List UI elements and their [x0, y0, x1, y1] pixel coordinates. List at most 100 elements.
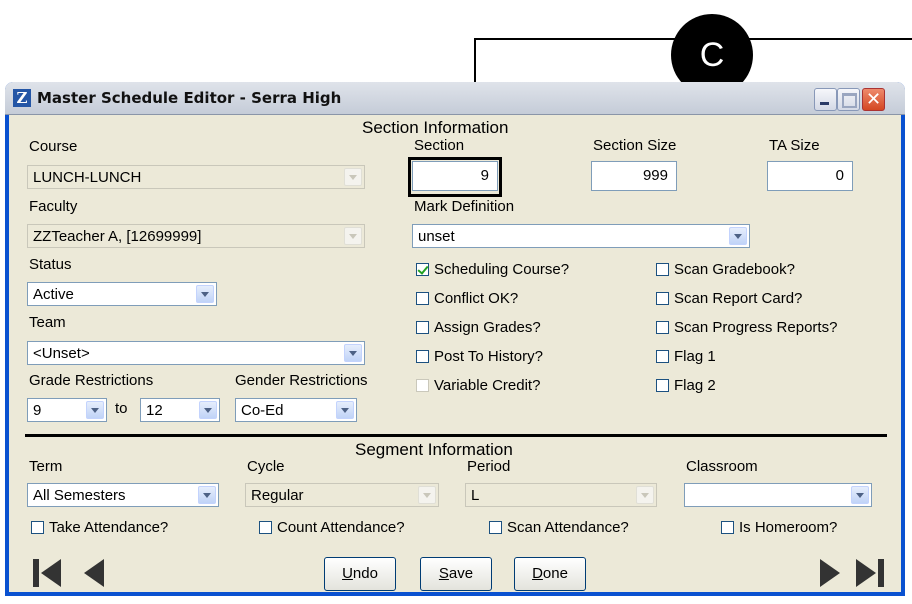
ta-size-label: TA Size	[769, 137, 820, 154]
team-label: Team	[29, 314, 66, 331]
chevron-down-icon	[344, 227, 362, 245]
next-record-button[interactable]	[810, 556, 846, 590]
team-value: <Unset>	[33, 345, 90, 362]
cycle-label: Cycle	[247, 458, 285, 475]
checkbox-icon	[656, 321, 669, 334]
is-homeroom-checkbox[interactable]: Is Homeroom?	[721, 519, 837, 536]
checkbox-icon	[721, 521, 734, 534]
team-select[interactable]: <Unset>	[27, 341, 365, 365]
scheduling-course-checkbox[interactable]: Scheduling Course?	[416, 261, 569, 278]
undo-button[interactable]: Undo	[324, 557, 396, 591]
chevron-down-icon	[418, 486, 436, 504]
grade-from-select[interactable]: 9	[27, 398, 107, 422]
gender-select[interactable]: Co-Ed	[235, 398, 357, 422]
chevron-down-icon	[86, 401, 104, 419]
section-header: Section Information	[362, 118, 509, 137]
course-select[interactable]: LUNCH-LUNCH	[27, 165, 365, 189]
chevron-down-icon	[344, 168, 362, 186]
scan-attendance-checkbox[interactable]: Scan Attendance?	[489, 519, 629, 536]
cycle-select[interactable]: Regular	[245, 483, 439, 507]
post-to-history-checkbox[interactable]: Post To History?	[416, 348, 543, 365]
grade-from-value: 9	[33, 402, 42, 419]
focus-highlight	[408, 157, 502, 197]
chevron-down-icon	[199, 401, 217, 419]
term-select[interactable]: All Semesters	[27, 483, 219, 507]
flag2-label: Flag 2	[674, 377, 716, 394]
checkbox-icon	[259, 521, 272, 534]
checkbox-icon	[656, 292, 669, 305]
post-to-history-label: Post To History?	[434, 348, 543, 365]
grade-to-value: 12	[146, 402, 163, 419]
callout-pointer	[474, 38, 476, 84]
chevron-down-icon	[336, 401, 354, 419]
section-divider	[25, 434, 887, 437]
classroom-label: Classroom	[686, 458, 758, 475]
assign-grades-checkbox[interactable]: Assign Grades?	[416, 319, 541, 336]
count-attendance-label: Count Attendance?	[277, 519, 405, 536]
first-record-button[interactable]	[29, 556, 65, 590]
scan-gradebook-label: Scan Gradebook?	[674, 261, 795, 278]
faculty-select[interactable]: ZZTeacher A, [12699999]	[27, 224, 365, 248]
done-mnemonic: D	[532, 565, 543, 582]
status-select[interactable]: Active	[27, 282, 217, 306]
conflict-ok-checkbox[interactable]: Conflict OK?	[416, 290, 518, 307]
period-select[interactable]: L	[465, 483, 657, 507]
save-button[interactable]: Save	[420, 557, 492, 591]
previous-record-button[interactable]	[78, 556, 114, 590]
close-button[interactable]: ✕	[862, 88, 885, 111]
variable-credit-checkbox[interactable]: Variable Credit?	[416, 377, 540, 394]
title-bar[interactable]: Z Master Schedule Editor - Serra High ✕	[5, 82, 905, 115]
chevron-down-icon	[729, 227, 747, 245]
checkmark-icon	[416, 263, 429, 276]
app-icon: Z	[13, 89, 31, 107]
status-value: Active	[33, 286, 74, 303]
close-icon: ✕	[865, 89, 882, 109]
chevron-down-icon	[198, 486, 216, 504]
checkbox-icon	[489, 521, 502, 534]
status-label: Status	[29, 256, 72, 273]
checkbox-icon	[416, 292, 429, 305]
maximize-button[interactable]	[837, 88, 860, 111]
gender-value: Co-Ed	[241, 402, 284, 419]
term-label: Term	[29, 458, 63, 475]
section-size-label: Section Size	[593, 137, 677, 154]
scan-report-card-checkbox[interactable]: Scan Report Card?	[656, 290, 802, 307]
chevron-down-icon	[344, 344, 362, 362]
scan-attendance-label: Scan Attendance?	[507, 519, 629, 536]
done-button[interactable]: Done	[514, 557, 586, 591]
grade-restrictions-label: Grade Restrictions	[29, 372, 154, 389]
ta-size-input[interactable]: 0	[767, 161, 853, 191]
done-label: one	[542, 565, 568, 582]
mark-definition-value: unset	[418, 228, 455, 245]
chevron-down-icon	[636, 486, 654, 504]
grade-to-select[interactable]: 12	[140, 398, 220, 422]
count-attendance-checkbox[interactable]: Count Attendance?	[259, 519, 405, 536]
mark-definition-select[interactable]: unset	[412, 224, 750, 248]
variable-credit-label: Variable Credit?	[434, 377, 541, 394]
section-size-input[interactable]: 999	[591, 161, 677, 191]
checkbox-icon	[656, 379, 669, 392]
chevron-down-icon	[196, 285, 214, 303]
gender-restrictions-label: Gender Restrictions	[235, 372, 368, 389]
last-record-button[interactable]	[852, 556, 888, 590]
classroom-select[interactable]	[684, 483, 872, 507]
scan-report-card-label: Scan Report Card?	[674, 290, 803, 307]
flag1-checkbox[interactable]: Flag 1	[656, 348, 716, 365]
period-label: Period	[467, 458, 511, 475]
assign-grades-label: Assign Grades?	[434, 319, 541, 336]
minimize-button[interactable]	[814, 88, 837, 111]
segment-header: Segment Information	[355, 440, 513, 459]
term-value: All Semesters	[33, 487, 126, 504]
undo-label: ndo	[352, 565, 378, 582]
section-label: Section	[414, 137, 465, 154]
checkbox-icon	[416, 379, 429, 392]
flag2-checkbox[interactable]: Flag 2	[656, 377, 716, 394]
course-value: LUNCH-LUNCH	[33, 169, 142, 186]
course-label: Course	[29, 138, 78, 155]
flag1-label: Flag 1	[674, 348, 716, 365]
mark-definition-label: Mark Definition	[414, 198, 515, 215]
scan-gradebook-checkbox[interactable]: Scan Gradebook?	[656, 261, 795, 278]
scheduling-course-label: Scheduling Course?	[434, 261, 570, 278]
take-attendance-checkbox[interactable]: Take Attendance?	[31, 519, 168, 536]
scan-progress-reports-checkbox[interactable]: Scan Progress Reports?	[656, 319, 837, 336]
